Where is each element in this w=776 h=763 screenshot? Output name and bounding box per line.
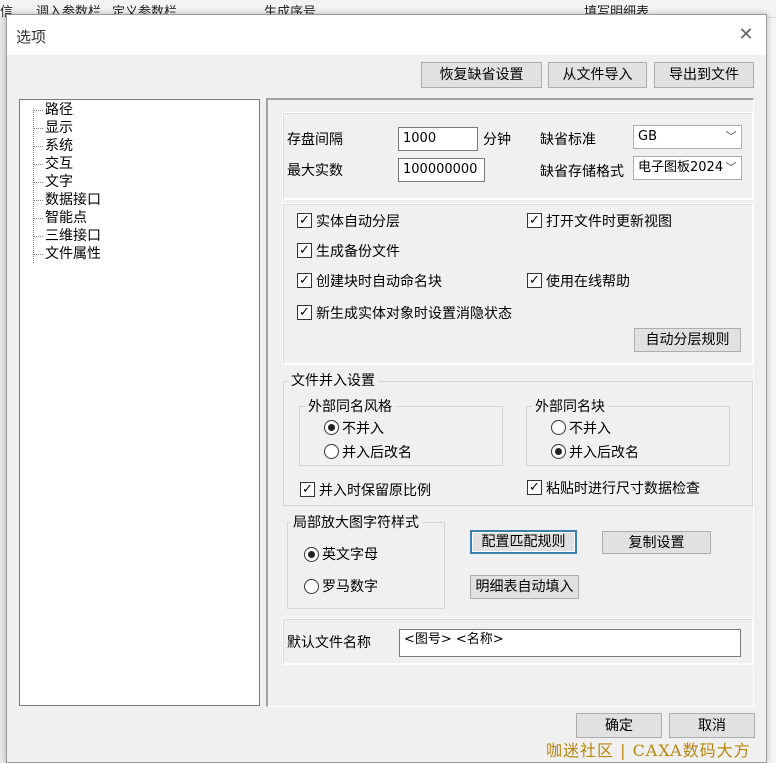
detail-autofill-button[interactable]: 明细表自动填入 (470, 575, 579, 599)
tree-item-smart-point[interactable]: 智能点 (33, 209, 87, 227)
tree-item-data-interface[interactable]: 数据接口 (33, 191, 101, 209)
default-filename-input[interactable]: <图号> <名称> (399, 629, 741, 657)
default-format-select[interactable]: 电子图板2024 ﹀ (633, 156, 742, 180)
tree-connector (33, 108, 34, 263)
restore-defaults-button[interactable]: 恢复缺省设置 (421, 62, 542, 88)
cancel-button[interactable]: 取消 (669, 713, 755, 738)
default-format-label: 缺省存储格式 (540, 164, 624, 180)
close-icon[interactable]: ✕ (731, 21, 761, 49)
tree-item-path[interactable]: 路径 (33, 101, 73, 119)
save-interval-label: 存盘间隔 (287, 132, 343, 148)
tree-item-file-properties[interactable]: 文件属性 (33, 245, 101, 263)
style-no-merge-label: 不并入 (342, 421, 384, 437)
default-standard-select[interactable]: GB ﹀ (633, 125, 742, 149)
keep-scale-label: 并入时保留原比例 (319, 483, 431, 499)
tree-item-text[interactable]: 文字 (33, 173, 73, 191)
english-letter-radio[interactable] (304, 547, 319, 562)
max-entities-label: 最大实数 (287, 163, 343, 179)
system-settings-panel: 存盘间隔 1000 分钟 缺省标准 GB ﹀ 最大实数 100000000 缺省… (266, 98, 754, 707)
hidden-state-label: 新生成实体对象时设置消隐状态 (316, 306, 512, 322)
options-tree[interactable]: 路径 显示 系统 交互 文字 数据接口 智能点 三维接口 文件属性 (19, 99, 260, 706)
style-merge-rename-radio[interactable] (324, 444, 339, 459)
paste-check-checkbox[interactable]: ✓ (527, 480, 542, 495)
same-name-style-title: 外部同名风格 (305, 396, 395, 416)
update-view-checkbox[interactable]: ✓ (527, 213, 542, 228)
zoom-char-style-title: 局部放大图字符样式 (290, 512, 422, 532)
default-format-value: 电子图板2024 (638, 160, 724, 175)
save-interval-input[interactable]: 1000 (398, 127, 478, 151)
backup-checkbox[interactable]: ✓ (297, 243, 312, 258)
backup-label: 生成备份文件 (316, 244, 400, 260)
chevron-down-icon: ﹀ (725, 157, 737, 179)
hidden-state-checkbox[interactable]: ✓ (297, 305, 312, 320)
auto-layer-label: 实体自动分层 (316, 214, 400, 230)
online-help-checkbox[interactable]: ✓ (527, 273, 542, 288)
max-entities-input[interactable]: 100000000 (398, 158, 485, 182)
tree-item-display[interactable]: 显示 (33, 119, 73, 137)
style-merge-rename-label: 并入后改名 (342, 445, 412, 461)
background-right-panel (766, 18, 776, 763)
roman-numeral-label: 罗马数字 (322, 579, 378, 595)
tree-item-interaction[interactable]: 交互 (33, 155, 73, 173)
merge-settings-title: 文件并入设置 (288, 370, 378, 390)
style-no-merge-radio[interactable] (324, 420, 339, 435)
auto-layer-checkbox[interactable]: ✓ (297, 213, 312, 228)
block-merge-rename-label: 并入后改名 (569, 445, 639, 461)
import-from-file-button[interactable]: 从文件导入 (548, 62, 647, 88)
ok-button[interactable]: 确定 (576, 713, 662, 738)
copy-settings-button[interactable]: 复制设置 (602, 531, 711, 554)
dialog-titlebar: 选项 ✕ (7, 15, 766, 55)
update-view-label: 打开文件时更新视图 (546, 214, 672, 230)
keep-scale-checkbox[interactable]: ✓ (300, 482, 315, 497)
same-name-block-title: 外部同名块 (532, 396, 608, 416)
roman-numeral-radio[interactable] (304, 579, 319, 594)
options-dialog: 选项 ✕ 恢复缺省设置 从文件导入 导出到文件 路径 显示 系统 交互 文字 数… (6, 14, 767, 763)
default-standard-label: 缺省标准 (540, 132, 596, 148)
auto-name-block-label: 创建块时自动命名块 (316, 274, 442, 290)
match-rules-button[interactable]: 配置匹配规则 (470, 530, 577, 554)
export-to-file-button[interactable]: 导出到文件 (654, 62, 754, 88)
auto-layer-rules-button[interactable]: 自动分层规则 (634, 328, 741, 352)
block-merge-rename-radio[interactable] (551, 444, 566, 459)
paste-check-label: 粘贴时进行尺寸数据检查 (546, 481, 700, 497)
save-interval-unit: 分钟 (483, 132, 511, 148)
block-no-merge-label: 不并入 (569, 421, 611, 437)
default-standard-value: GB (638, 129, 657, 144)
watermark-text: 咖迷社区 | CAXA数码大方 (546, 741, 751, 760)
dialog-title: 选项 (16, 28, 47, 46)
tree-item-system[interactable]: 系统 (33, 137, 73, 155)
chevron-down-icon: ﹀ (725, 126, 737, 148)
default-filename-label: 默认文件名称 (287, 635, 371, 651)
online-help-label: 使用在线帮助 (546, 274, 630, 290)
auto-name-block-checkbox[interactable]: ✓ (297, 273, 312, 288)
block-no-merge-radio[interactable] (551, 420, 566, 435)
tree-item-3d-interface[interactable]: 三维接口 (33, 227, 101, 245)
english-letter-label: 英文字母 (322, 547, 378, 563)
